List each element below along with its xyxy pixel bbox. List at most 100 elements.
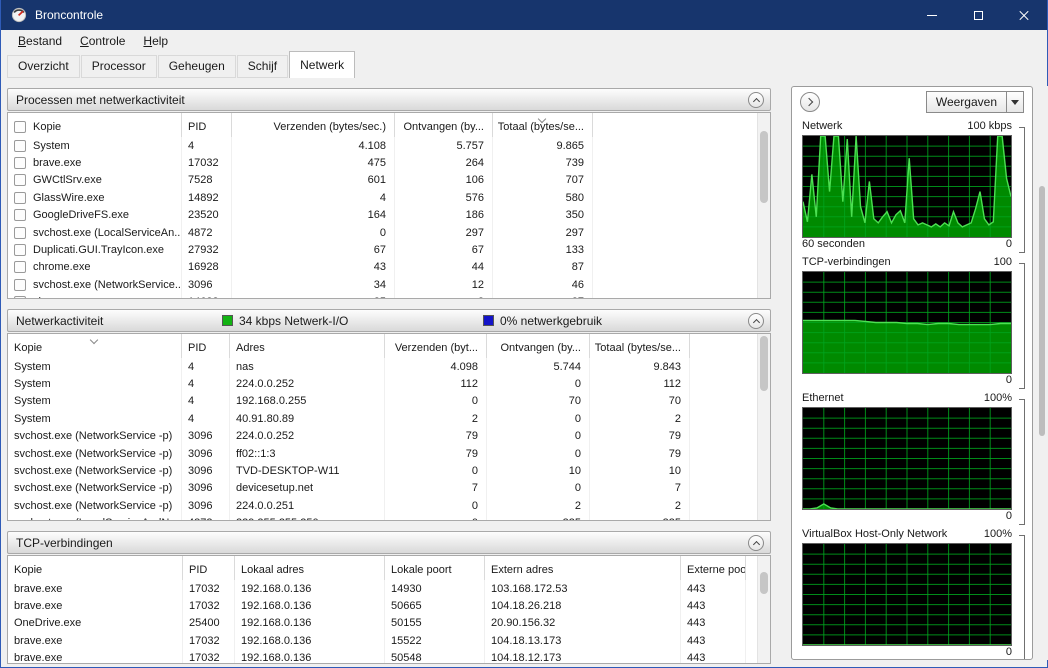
row-filler (593, 172, 746, 189)
maximize-button[interactable] (955, 0, 1001, 30)
table-row[interactable]: chrome.exe1463825227 (8, 293, 746, 298)
row-checkbox[interactable] (14, 261, 26, 274)
tab-schijf[interactable]: Schijf (236, 55, 289, 78)
column-header-ontvangen-by[interactable]: Ontvangen (by... (487, 334, 590, 358)
tab-processor[interactable]: Processor (80, 55, 157, 78)
table-row[interactable]: svchost.exe (NetworkService -p) 3096 224.0… (8, 497, 746, 515)
table-row[interactable]: brave.exe 17032 192.168.0.136 15522 104.18.1… (8, 632, 746, 650)
table-cell: 9.865 (493, 137, 593, 155)
column-header-pid[interactable]: PID (182, 113, 232, 137)
activity-section-header: Netwerkactiviteit 34 kbps Netwerk-I/O 0%… (7, 309, 771, 332)
table-scrollbar-thumb[interactable] (760, 131, 768, 203)
collapse-button[interactable] (748, 92, 764, 108)
table-cell: System (8, 375, 182, 393)
table-row[interactable]: svchost.exe (NetworkService -p) 3096 devic… (8, 479, 746, 498)
row-checkbox[interactable] (14, 174, 26, 187)
graph-scale-min: 0 (1005, 374, 1012, 386)
table-row[interactable]: chrome.exe 16928 43 44 87 (8, 258, 746, 277)
table-row[interactable]: GlassWire.exe 14892 4 576 580 (8, 189, 746, 207)
table-row[interactable]: Duplicati.GUI.TrayIcon.exe 27932 67 67 133 (8, 241, 746, 259)
column-label: Ontvangen (by... (403, 121, 484, 133)
row-checkbox[interactable] (14, 191, 26, 204)
select-all-checkbox[interactable] (14, 121, 26, 133)
table-cell: 4872 (182, 223, 232, 242)
table-cell: 67 (395, 241, 493, 259)
row-checkbox[interactable] (14, 139, 26, 152)
table-scrollbar[interactable] (757, 334, 770, 520)
table-row[interactable]: OneDrive.exe 25400 192.168.0.136 50155 20.90… (8, 614, 746, 633)
menu-item-controle[interactable]: Controle (71, 32, 134, 50)
graph-plot-area (802, 543, 1012, 646)
column-header-totaal-bytes-se[interactable]: Totaal (bytes/se... (493, 113, 593, 137)
table-cell: 9.843 (590, 358, 690, 376)
tab-geheugen[interactable]: Geheugen (157, 55, 236, 78)
column-header-adres[interactable]: Adres (230, 334, 385, 358)
table-scrollbar-thumb[interactable] (760, 336, 768, 391)
table-cell: TVD-DESKTOP-W11 (230, 462, 385, 480)
panel-scrollbar[interactable] (1036, 86, 1048, 660)
table-cell: 40.91.80.89 (230, 410, 385, 428)
menu-item-bestand[interactable]: Bestand (9, 32, 71, 50)
close-button[interactable] (1001, 0, 1047, 30)
table-row[interactable]: GoogleDriveFS.exe 23520 164 186 350 (8, 206, 746, 224)
table-scrollbar-thumb[interactable] (760, 572, 768, 594)
expand-panel-button[interactable] (800, 92, 820, 112)
row-checkbox[interactable] (14, 244, 26, 257)
column-header-ontvangen-by[interactable]: Ontvangen (by... (395, 113, 493, 137)
table-row[interactable]: System 4 40.91.80.89 2 0 2 (8, 410, 746, 428)
table-cell: 3096 (182, 462, 230, 480)
views-dropdown-arrow[interactable] (1006, 92, 1023, 112)
views-dropdown[interactable]: Weergaven (925, 91, 1024, 113)
table-scrollbar[interactable] (757, 556, 770, 663)
column-header-externe-poort[interactable]: Externe poort (681, 556, 746, 580)
tab-netwerk[interactable]: Netwerk (289, 51, 356, 78)
column-label: PID (188, 342, 207, 354)
table-row[interactable]: svchost.exe (LocalServiceAn... 4872 0 297 29… (8, 223, 746, 242)
table-row[interactable]: brave.exe 17032 192.168.0.136 50665 104.18.2… (8, 597, 746, 615)
table-row[interactable]: svchost.exe (NetworkService -p) 3096 TVD-D… (8, 462, 746, 480)
row-checkbox[interactable] (14, 226, 26, 239)
table-row[interactable]: brave.exe 17032 475 264 739 (8, 154, 746, 172)
tcp-table: Kopie PID Lokaal adres Lokale poort Extern a… (7, 555, 771, 664)
table-cell: brave.exe (8, 154, 182, 172)
minimize-button[interactable] (909, 0, 955, 30)
table-row[interactable]: svchost.exe (NetworkService -p) 3096 ff02:… (8, 444, 746, 463)
column-header-lokaal-adres[interactable]: Lokaal adres (235, 556, 385, 580)
column-header-pid[interactable]: PID (183, 556, 235, 580)
table-row[interactable]: svchost.exe (NetworkService -p) 3096 224.0… (8, 427, 746, 445)
row-checkbox[interactable] (14, 157, 26, 170)
column-header-kopie[interactable]: Kopie (8, 113, 182, 137)
collapse-button[interactable] (748, 313, 764, 329)
column-header-pid[interactable]: PID (182, 334, 230, 358)
menu-item-help[interactable]: Help (134, 32, 177, 50)
table-row[interactable]: svchost.exe (NetworkService... 3096 34 12 46 (8, 276, 746, 294)
column-header-verzenden-bytes-sec[interactable]: Verzenden (bytes/sec.) (232, 113, 395, 137)
network-usage-swatch (483, 315, 494, 326)
table-row[interactable]: System 4 224.0.0.252 112 0 112 (8, 375, 746, 393)
table-row[interactable]: brave.exe 17032 192.168.0.136 50548 104.18.1… (8, 649, 746, 663)
column-header-lokale-poort[interactable]: Lokale poort (385, 556, 485, 580)
row-filler (593, 154, 746, 171)
column-header-kopie[interactable]: Kopie (8, 556, 183, 580)
table-row[interactable]: System 4 192.168.0.255 0 70 70 (8, 392, 746, 411)
table-cell: 2 (590, 497, 690, 515)
row-checkbox[interactable] (14, 209, 26, 222)
column-header-totaal-bytes-se[interactable]: Totaal (bytes/se... (590, 334, 690, 358)
row-checkbox[interactable] (14, 278, 26, 291)
table-row[interactable]: System 4 nas 4.098 5.744 9.843 (8, 358, 746, 376)
column-header-kopie[interactable]: Kopie (8, 334, 182, 358)
activity-table: Kopie PID Adres Verzenden (byt... Ontvangen … (7, 333, 771, 521)
table-scrollbar[interactable] (757, 113, 770, 298)
table-row[interactable]: svchost.exe (LocalServiceAndNo...4872239… (8, 514, 746, 520)
table-cell: 5.744 (487, 358, 590, 376)
column-header-verzenden-byt[interactable]: Verzenden (byt... (385, 334, 487, 358)
column-header-extern-adres[interactable]: Extern adres (485, 556, 681, 580)
table-row[interactable]: brave.exe 17032 192.168.0.136 14930 103.168.… (8, 580, 746, 598)
collapse-button[interactable] (748, 535, 764, 551)
table-row[interactable]: GWCtlSrv.exe 7528 601 106 707 (8, 171, 746, 190)
row-checkbox[interactable] (14, 296, 26, 298)
table-cell: 3096 (182, 497, 230, 515)
tab-overzicht[interactable]: Overzicht (7, 55, 80, 78)
panel-scrollbar-thumb[interactable] (1039, 186, 1045, 436)
table-row[interactable]: System 4 4.108 5.757 9.865 (8, 137, 746, 155)
